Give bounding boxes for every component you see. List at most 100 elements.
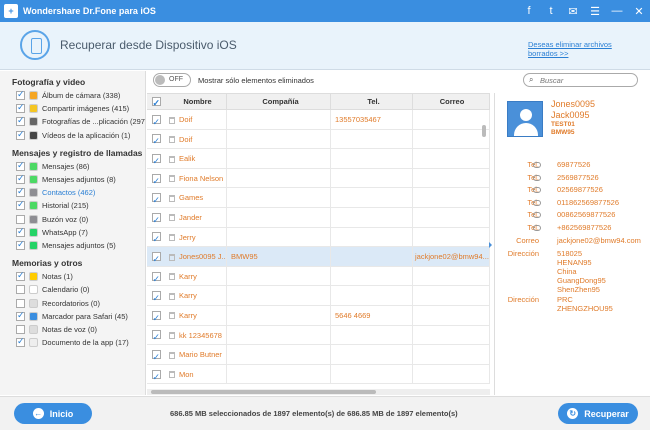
table-row[interactable]: Fiona Nelson bbox=[147, 168, 490, 189]
sidebar-item[interactable]: Contactos (462) bbox=[0, 186, 145, 199]
column-phone[interactable]: Tel. bbox=[331, 94, 413, 109]
row-checkbox[interactable] bbox=[147, 306, 165, 325]
table-row[interactable]: Jerry bbox=[147, 227, 490, 248]
sidebar-item[interactable]: Notas (1) bbox=[0, 270, 145, 283]
facebook-icon[interactable]: f bbox=[518, 5, 540, 17]
cell-phone bbox=[331, 227, 413, 247]
sidebar-item[interactable]: Recordatorios (0) bbox=[0, 296, 145, 309]
close-button[interactable]: ✕ bbox=[628, 5, 650, 18]
expand-arrow-icon[interactable] bbox=[489, 242, 492, 248]
item-checkbox[interactable] bbox=[16, 298, 25, 308]
item-checkbox[interactable] bbox=[16, 186, 25, 198]
item-checkbox[interactable] bbox=[16, 310, 25, 321]
row-checkbox[interactable] bbox=[147, 267, 165, 285]
trash-icon bbox=[169, 175, 175, 183]
row-checkbox[interactable] bbox=[147, 365, 165, 383]
cell-email bbox=[413, 364, 490, 384]
message-bubble-icon[interactable] bbox=[533, 199, 541, 206]
cell-email bbox=[413, 325, 490, 345]
sidebar-item[interactable]: Calendario (0) bbox=[0, 283, 145, 296]
item-checkbox[interactable] bbox=[16, 214, 25, 224]
column-name[interactable]: Nombre bbox=[165, 94, 227, 109]
cell-name: Karry bbox=[165, 266, 227, 286]
item-checkbox[interactable] bbox=[16, 129, 25, 140]
sidebar-item[interactable]: Historial (215) bbox=[0, 199, 145, 212]
table-row[interactable]: Jones0095 J...BMW95 jackjone02@bmw94... bbox=[147, 247, 490, 267]
deleted-only-toggle[interactable]: OFF bbox=[153, 73, 191, 87]
menu-icon[interactable]: ☰ bbox=[584, 5, 606, 18]
table-horizontal-scrollbar[interactable] bbox=[147, 389, 490, 395]
table-row[interactable]: Doif bbox=[147, 129, 490, 150]
row-checkbox[interactable] bbox=[147, 188, 165, 207]
sidebar-item[interactable]: Fotografías de ...plicación (297) bbox=[0, 115, 145, 128]
table-row[interactable]: Jander bbox=[147, 207, 490, 228]
cell-name: Karry bbox=[165, 305, 227, 325]
sidebar-item[interactable]: Álbum de cámara (338) bbox=[0, 89, 145, 102]
item-checkbox[interactable] bbox=[16, 173, 25, 185]
table-row[interactable]: Mario Butner bbox=[147, 345, 490, 365]
row-checkbox[interactable] bbox=[147, 208, 165, 227]
sidebar-item[interactable]: Buzón voz (0) bbox=[0, 213, 145, 226]
table-row[interactable]: Doif 13557035467 bbox=[147, 110, 490, 130]
item-checkbox[interactable] bbox=[16, 270, 25, 282]
minimize-button[interactable]: — bbox=[606, 5, 628, 17]
row-checkbox[interactable] bbox=[147, 169, 165, 187]
table-row[interactable]: Karry 5646 4669 bbox=[147, 305, 490, 326]
table-row[interactable]: Karry bbox=[147, 266, 490, 287]
sidebar-item[interactable]: Compartir imágenes (415) bbox=[0, 102, 145, 115]
sidebar-item[interactable]: Documento de la app (17) bbox=[0, 336, 145, 349]
item-checkbox[interactable] bbox=[16, 239, 25, 250]
row-checkbox[interactable] bbox=[147, 228, 165, 246]
table-vertical-scrollbar[interactable] bbox=[482, 125, 486, 137]
select-all-checkbox[interactable] bbox=[147, 94, 165, 111]
feedback-icon[interactable]: ✉ bbox=[562, 5, 584, 18]
column-company[interactable]: Compañía bbox=[227, 94, 331, 109]
item-checkbox[interactable] bbox=[16, 115, 25, 127]
sidebar-item[interactable]: Notas de voz (0) bbox=[0, 323, 145, 336]
home-button[interactable]: ← Inicio bbox=[14, 403, 92, 424]
item-checkbox[interactable] bbox=[16, 160, 25, 171]
sidebar-item[interactable]: Vídeos de la aplicación (1) bbox=[0, 129, 145, 142]
item-checkbox[interactable] bbox=[16, 285, 25, 295]
sidebar-item[interactable]: Mensajes adjuntos (8) bbox=[0, 173, 145, 186]
sidebar-item[interactable]: Mensajes (86) bbox=[0, 160, 145, 173]
message-bubble-icon[interactable] bbox=[533, 174, 541, 181]
item-checkbox[interactable] bbox=[16, 89, 25, 101]
row-checkbox[interactable] bbox=[147, 345, 165, 364]
recover-button[interactable]: ↻ Recuperar bbox=[558, 403, 638, 424]
table-row[interactable]: Games bbox=[147, 188, 490, 208]
message-bubble-icon[interactable] bbox=[533, 224, 541, 231]
message-bubble-icon[interactable] bbox=[533, 187, 541, 193]
row-checkbox[interactable] bbox=[147, 326, 165, 344]
message-bubble-icon[interactable] bbox=[533, 212, 541, 218]
sidebar-item-label: Mensajes (86) bbox=[42, 161, 90, 171]
search-input[interactable]: ⌕ Buscar bbox=[523, 73, 638, 87]
item-checkbox[interactable] bbox=[16, 102, 25, 114]
trash-icon bbox=[169, 253, 175, 261]
scroll-thumb[interactable] bbox=[151, 390, 376, 394]
delete-files-link[interactable]: Deseas eliminar archivos borrados >> bbox=[528, 40, 628, 58]
item-checkbox[interactable] bbox=[16, 336, 25, 348]
contact-name: Jander bbox=[179, 212, 202, 222]
table-row[interactable]: kk 12345678 bbox=[147, 325, 490, 346]
column-email[interactable]: Correo bbox=[413, 94, 490, 109]
message-bubble-icon[interactable] bbox=[533, 162, 541, 168]
table-row[interactable]: Karry bbox=[147, 286, 490, 306]
category-icon bbox=[29, 240, 38, 250]
table-row[interactable]: Mon bbox=[147, 364, 490, 385]
row-checkbox[interactable] bbox=[147, 149, 165, 168]
sidebar-item[interactable]: Marcador para Safari (45) bbox=[0, 310, 145, 323]
item-checkbox[interactable] bbox=[16, 199, 25, 211]
item-checkbox[interactable] bbox=[16, 226, 25, 237]
sidebar-item[interactable]: Mensajes adjuntos (5) bbox=[0, 239, 145, 252]
twitter-icon[interactable]: t bbox=[540, 5, 562, 17]
row-checkbox[interactable] bbox=[147, 130, 165, 148]
table-row[interactable]: Ealik bbox=[147, 149, 490, 169]
row-checkbox[interactable] bbox=[147, 247, 165, 266]
row-checkbox[interactable] bbox=[147, 110, 165, 129]
search-icon: ⌕ bbox=[529, 75, 534, 84]
item-checkbox[interactable] bbox=[16, 324, 25, 334]
sidebar-item[interactable]: WhatsApp (7) bbox=[0, 226, 145, 239]
row-checkbox[interactable] bbox=[147, 286, 165, 305]
search-placeholder: Buscar bbox=[540, 76, 564, 85]
